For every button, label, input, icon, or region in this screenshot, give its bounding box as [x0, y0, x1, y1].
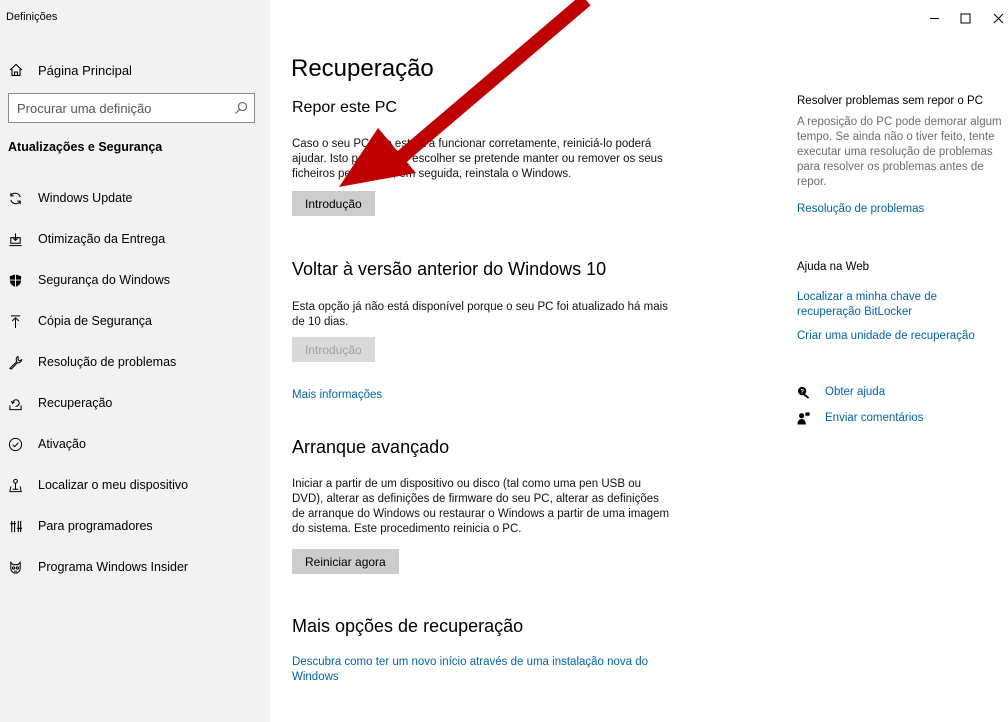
sidebar-item-recovery[interactable]: Recuperação: [8, 391, 258, 415]
send-feedback-label: Enviar comentários: [825, 412, 924, 424]
main-content: Recuperação Repor este PC Caso o seu PC …: [270, 0, 1008, 722]
reset-get-started-button[interactable]: Introdução: [292, 191, 375, 216]
section-title: Atualizações e Segurança: [8, 140, 163, 154]
sidebar-item-label: Ativação: [38, 437, 86, 451]
sidebar-item-find-device[interactable]: Localizar o meu dispositivo: [8, 473, 258, 497]
fresh-start-link[interactable]: Descubra como ter um novo início através…: [292, 655, 672, 685]
sidebar-item-developers[interactable]: Para programadores: [8, 514, 258, 538]
insider-icon: [10, 560, 21, 574]
sidebar-item-label: Segurança do Windows: [38, 273, 171, 287]
go-back-heading: Voltar à versão anterior do Windows 10: [292, 259, 607, 279]
web-help-title: Ajuda na Web: [797, 261, 870, 273]
home-nav-item[interactable]: Página Principal: [8, 60, 132, 80]
troubleshoot-panel-text: A reposição do PC pode demorar algum tem…: [797, 116, 1002, 188]
restart-now-button[interactable]: Reiniciar agora: [292, 549, 399, 574]
app-title: Definições: [6, 11, 58, 23]
get-help-icon: ?: [797, 386, 810, 399]
sidebar-item-label: Para programadores: [38, 519, 153, 533]
find-device-icon: [9, 478, 22, 492]
sidebar-item-label: Windows Update: [38, 191, 133, 205]
search-input[interactable]: [17, 100, 234, 116]
more-info-link[interactable]: Mais informações: [292, 388, 382, 403]
minimize-icon: [929, 17, 939, 19]
sidebar-item-troubleshoot[interactable]: Resolução de problemas: [8, 350, 258, 374]
home-label: Página Principal: [38, 62, 132, 78]
go-back-get-started-button[interactable]: Introdução: [292, 337, 375, 362]
recovery-icon: [9, 398, 22, 410]
search-box[interactable]: [8, 93, 255, 123]
page-title: Recuperação: [291, 55, 434, 82]
activation-check-icon: [8, 437, 23, 451]
sidebar-item-windows-insider[interactable]: Programa Windows Insider: [8, 555, 258, 579]
sidebar-item-label: Recuperação: [38, 396, 113, 410]
bitlocker-key-link[interactable]: Localizar a minha chave de recuperação B…: [797, 290, 967, 320]
send-feedback-link[interactable]: Enviar comentários: [797, 409, 923, 427]
sidebar-item-backup[interactable]: Cópia de Segurança: [8, 309, 258, 333]
advanced-startup-heading: Arranque avançado: [292, 437, 450, 457]
wrench-icon: [9, 355, 23, 370]
backup-icon: [10, 314, 21, 328]
minimize-button[interactable]: [923, 8, 945, 28]
close-icon: [993, 13, 1003, 23]
troubleshoot-panel-title: Resolver problemas sem repor o PC: [797, 95, 983, 107]
sidebar-item-delivery-optimization[interactable]: Otimização da Entrega: [8, 227, 258, 251]
close-button[interactable]: [987, 8, 1008, 28]
go-back-description: Esta opção já não está disponível porque…: [292, 301, 668, 328]
troubleshoot-link[interactable]: Resolução de problemas: [797, 202, 1002, 217]
advanced-startup-description: Iniciar a partir de um dispositivo ou di…: [292, 478, 670, 535]
shield-icon: [9, 273, 22, 287]
sidebar-item-windows-update[interactable]: Windows Update: [8, 186, 258, 210]
more-recovery-options-heading: Mais opções de recuperação: [292, 616, 524, 636]
delivery-optimization-icon: [9, 232, 22, 246]
home-icon: [9, 63, 23, 77]
search-icon[interactable]: [234, 101, 248, 115]
maximize-icon: [960, 13, 970, 23]
sidebar-item-windows-security[interactable]: Segurança do Windows: [8, 268, 258, 292]
reset-pc-heading: Repor este PC: [292, 99, 397, 116]
get-help-label: Obter ajuda: [825, 386, 886, 398]
reset-pc-description: Caso o seu PC não esteja a funcionar cor…: [292, 138, 663, 180]
get-help-link[interactable]: ? Obter ajuda: [797, 383, 885, 401]
refresh-icon: [10, 192, 21, 204]
sidebar-item-activation[interactable]: Ativação: [8, 432, 258, 456]
feedback-person-icon: [797, 411, 810, 425]
create-recovery-drive-link[interactable]: Criar uma unidade de recuperação: [797, 329, 1002, 344]
maximize-button[interactable]: [954, 8, 976, 28]
sidebar: Definições Página Principal Atualizações…: [0, 0, 270, 722]
sidebar-item-label: Localizar o meu dispositivo: [38, 478, 189, 492]
svg-text:?: ?: [800, 388, 804, 395]
sidebar-item-label: Programa Windows Insider: [38, 560, 189, 574]
sidebar-item-label: Cópia de Segurança: [38, 314, 152, 328]
sidebar-item-label: Otimização da Entrega: [38, 232, 166, 246]
developer-icon: [10, 520, 23, 532]
sidebar-item-label: Resolução de problemas: [38, 355, 177, 369]
